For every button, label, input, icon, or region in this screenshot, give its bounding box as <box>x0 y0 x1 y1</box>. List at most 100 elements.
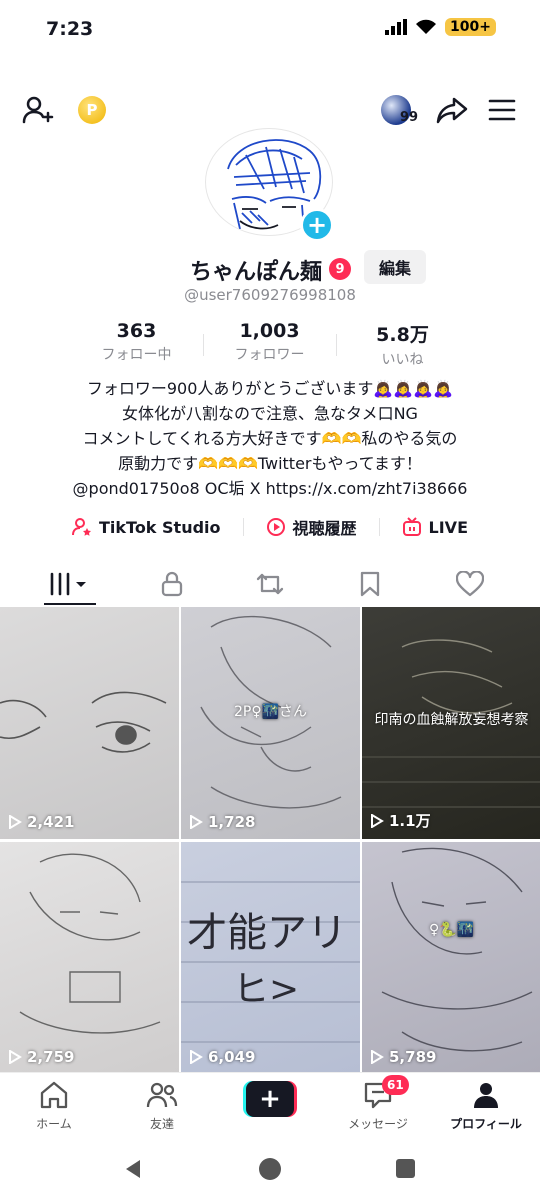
bio-line: フォロワー900人ありがとうございます🙇‍♀️🙇‍♀️🙇‍♀️🙇‍♀️ <box>86 379 454 398</box>
username: @user7609276998108 <box>184 286 356 304</box>
watch-history-label: 視聴履歴 <box>292 519 357 538</box>
video-caption: 2P♀🌃さん <box>233 704 308 720</box>
bookmark-icon <box>360 571 380 597</box>
nav-home-label: ホーム <box>36 1117 72 1131</box>
coin-icon[interactable]: P <box>74 92 110 128</box>
link-divider <box>242 518 244 536</box>
play-icon <box>9 815 22 829</box>
play-circle-icon <box>266 518 285 536</box>
add-avatar-button[interactable]: + <box>300 208 334 242</box>
nav-messages[interactable]: メッセージ <box>328 1081 428 1132</box>
status-bar: 7:23 100+ <box>0 0 540 62</box>
bio-line: 原動力です🫶🫶🫶Twitterもやってます！ <box>118 454 422 473</box>
name-badge[interactable]: 9 <box>329 258 351 280</box>
drawing-text: 才能アリ <box>187 910 347 956</box>
home-circle-icon[interactable] <box>258 1157 282 1181</box>
lock-icon <box>161 571 183 597</box>
share-icon[interactable] <box>434 92 470 128</box>
view-count-value: 2,421 <box>27 813 75 831</box>
battery-indicator: 100+ <box>445 18 496 36</box>
stat-followers[interactable]: 1,003 フォロワー <box>203 320 336 370</box>
active-tab-indicator <box>44 603 96 605</box>
watch-history-link[interactable]: 視聴履歴 <box>266 512 357 542</box>
friends-icon <box>146 1082 178 1108</box>
view-count-value: 1.1万 <box>389 812 431 830</box>
video-thumbnail[interactable]: ♀🐍🌃 5,789 <box>362 842 540 1074</box>
profile-bio: フォロワー900人ありがとうございます🙇‍♀️🙇‍♀️🙇‍♀️🙇‍♀️ 女体化が… <box>0 376 540 501</box>
status-icons: 100+ <box>385 18 496 36</box>
tab-liked[interactable] <box>444 566 496 602</box>
nav-messages-label: メッセージ <box>348 1117 408 1131</box>
play-icon <box>371 813 384 828</box>
signal-icon <box>385 19 408 35</box>
video-thumbnail[interactable]: 2,759 <box>0 842 179 1074</box>
video-thumbnail[interactable]: 2,421 <box>0 607 179 839</box>
profile-stats: 363 フォロー中 1,003 フォロワー 5.8万 いいね <box>70 320 470 370</box>
person-star-icon <box>71 518 91 536</box>
stat-following[interactable]: 363 フォロー中 <box>70 320 203 370</box>
stat-likes-value: 5.8万 <box>376 324 429 346</box>
play-icon <box>190 815 203 829</box>
link-divider <box>378 518 380 536</box>
wifi-icon <box>416 19 437 34</box>
bottom-nav: ホーム 友達 + メッセージ 61 プロフィール <box>0 1072 540 1138</box>
tab-private[interactable] <box>146 566 198 602</box>
view-count: 5,789 <box>370 1048 436 1066</box>
view-count: 1,728 <box>189 813 255 831</box>
create-button[interactable]: + <box>243 1081 297 1117</box>
stat-likes-label: いいね <box>381 352 424 368</box>
home-icon <box>40 1081 68 1109</box>
stat-following-label: フォロー中 <box>101 347 172 363</box>
video-thumbnail[interactable]: 2P♀🌃さん 1,728 <box>181 607 360 839</box>
nav-profile-label: プロフィール <box>450 1117 522 1131</box>
view-count-value: 6,049 <box>208 1048 256 1066</box>
video-grid: 2,421 2P♀🌃さん 1,728 印南の血蝕解放妄想考察 1.1万 2,75… <box>0 607 540 1074</box>
play-icon <box>371 1050 384 1064</box>
heart-icon <box>456 571 484 597</box>
system-nav-bar <box>0 1138 540 1200</box>
view-count: 1.1万 <box>370 810 431 831</box>
nav-home[interactable]: ホーム <box>4 1081 104 1132</box>
live-label: LIVE <box>428 517 468 537</box>
video-caption: 印南の血蝕解放妄想考察 <box>374 712 529 728</box>
stat-likes[interactable]: 5.8万 いいね <box>336 320 469 370</box>
tab-favorites[interactable] <box>344 566 396 602</box>
video-thumbnail[interactable]: 印南の血蝕解放妄想考察 1.1万 <box>362 607 540 839</box>
menu-icon[interactable] <box>484 92 520 128</box>
plus-icon: + <box>246 1081 294 1117</box>
play-icon <box>9 1050 22 1064</box>
profile-name-row: ちゃんぽん麺 9 編集 <box>0 250 540 286</box>
add-friend-icon[interactable] <box>20 92 56 128</box>
tab-reposts[interactable] <box>244 566 296 602</box>
live-link[interactable]: LIVE <box>402 512 468 542</box>
profile-icon <box>474 1083 498 1108</box>
bio-line-links[interactable]: @pond01750o8 OC垢 X https://x.com/zht7i38… <box>0 476 540 501</box>
video-caption: ♀🐍🌃 <box>428 922 475 938</box>
recents-icon[interactable] <box>395 1158 416 1179</box>
stat-followers-label: フォロワー <box>234 347 305 363</box>
globe-count: 99 <box>400 110 419 125</box>
stat-following-value: 363 <box>116 320 157 342</box>
nav-friends[interactable]: 友達 <box>112 1081 212 1132</box>
drawing-text: ヒ> <box>233 969 300 1010</box>
view-count-value: 1,728 <box>208 813 256 831</box>
nav-friends-label: 友達 <box>149 1117 174 1131</box>
messages-badge: 61 <box>382 1075 409 1095</box>
bio-line: 女体化が八割なので注意、急なタメ口NG <box>122 404 418 423</box>
status-time: 7:23 <box>46 18 94 40</box>
video-thumbnail[interactable]: 才能アリ ヒ> 6,049 <box>181 842 360 1074</box>
back-icon[interactable] <box>122 1158 144 1180</box>
bio-line: コメントしてくれる方大好きです🫶🫶私のやる気の <box>82 429 458 448</box>
content-tabs <box>0 560 540 606</box>
tv-icon <box>402 517 421 536</box>
view-count: 2,421 <box>8 813 74 831</box>
view-count-value: 5,789 <box>389 1048 437 1066</box>
tab-videos[interactable] <box>44 566 96 602</box>
nav-profile[interactable]: プロフィール <box>436 1081 536 1132</box>
tiktok-studio-link[interactable]: TikTok Studio <box>71 512 221 542</box>
stat-followers-value: 1,003 <box>239 320 300 342</box>
view-count-value: 2,759 <box>27 1048 75 1066</box>
creator-globe-icon[interactable]: 99 <box>378 92 418 128</box>
edit-profile-button[interactable]: 編集 <box>364 250 426 284</box>
view-count: 2,759 <box>8 1048 74 1066</box>
